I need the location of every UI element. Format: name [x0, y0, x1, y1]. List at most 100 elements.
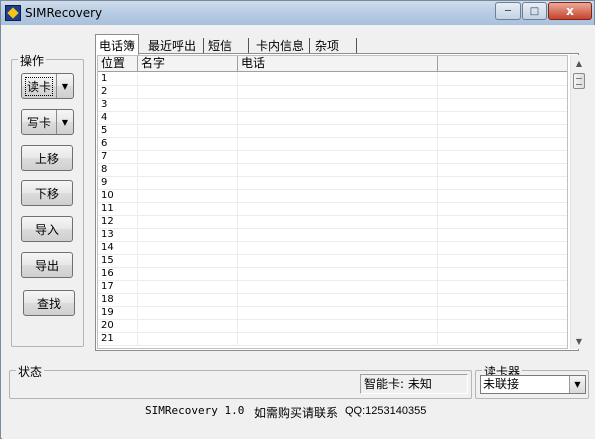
bottom-strip: [2, 429, 595, 439]
table-row[interactable]: 19: [98, 307, 567, 320]
table-row[interactable]: 16: [98, 268, 567, 281]
table-row[interactable]: 15: [98, 255, 567, 268]
move-down-button[interactable]: 下移: [21, 180, 73, 206]
window-title: SIMRecovery: [25, 6, 103, 20]
row-cell: [138, 307, 238, 320]
row-cell: [238, 73, 438, 86]
row-cell: [138, 268, 238, 281]
tab-phonebook[interactable]: 电话簿: [95, 34, 140, 55]
row-cell: [438, 112, 567, 125]
row-cell: [238, 190, 438, 203]
table-row[interactable]: 12: [98, 216, 567, 229]
scroll-thumb[interactable]: [573, 73, 585, 89]
column-header-phone[interactable]: 电话: [238, 56, 438, 72]
row-cell: [138, 294, 238, 307]
tab-sms[interactable]: 短信: [205, 36, 235, 54]
reader-selected-value: 未联接: [483, 377, 520, 391]
title-bar[interactable]: SIMRecovery ─ □ x: [1, 1, 594, 25]
find-button[interactable]: 查找: [23, 290, 75, 316]
row-cell: [238, 242, 438, 255]
phonebook-table[interactable]: 位置 名字 电话 1 2 3 4 5 6 7 8 9 10 11 12 13 14 15 16 17 18 19 20…: [97, 55, 568, 349]
row-cell: [238, 216, 438, 229]
import-button[interactable]: 导入: [21, 216, 73, 242]
row-cell: [138, 216, 238, 229]
row-position-cell: 1: [98, 73, 138, 86]
table-row[interactable]: 14: [98, 242, 567, 255]
row-cell: [438, 242, 567, 255]
table-row[interactable]: 8: [98, 164, 567, 177]
column-header-position[interactable]: 位置: [98, 56, 138, 72]
row-cell: [438, 216, 567, 229]
status-legend: 状态: [16, 363, 45, 380]
table-row[interactable]: 2: [98, 86, 567, 99]
close-button[interactable]: x: [548, 2, 592, 20]
table-row[interactable]: 11: [98, 203, 567, 216]
table-row[interactable]: 7: [98, 151, 567, 164]
row-cell: [438, 281, 567, 294]
write-card-dropdown-icon[interactable]: ▼: [57, 110, 73, 134]
reader-dropdown-icon[interactable]: ▼: [569, 376, 585, 393]
row-cell: [438, 294, 567, 307]
table-row[interactable]: 3: [98, 99, 567, 112]
table-row[interactable]: 1: [98, 73, 567, 86]
row-cell: [238, 268, 438, 281]
row-position-cell: 6: [98, 138, 138, 151]
table-row[interactable]: 13: [98, 229, 567, 242]
row-cell: [138, 151, 238, 164]
export-button[interactable]: 导出: [21, 252, 73, 278]
write-card-main[interactable]: 写卡: [22, 110, 57, 134]
scroll-down-icon[interactable]: ▼: [571, 333, 587, 349]
reader-select[interactable]: 未联接 ▼: [480, 375, 586, 394]
move-up-button[interactable]: 上移: [21, 145, 73, 171]
maximize-button[interactable]: □: [522, 2, 547, 20]
row-cell: [138, 112, 238, 125]
row-position-cell: 13: [98, 229, 138, 242]
table-row[interactable]: 20: [98, 320, 567, 333]
row-cell: [138, 73, 238, 86]
column-header-name[interactable]: 名字: [138, 56, 238, 72]
table-header: 位置 名字 电话: [98, 56, 567, 72]
row-cell: [438, 255, 567, 268]
row-cell: [438, 320, 567, 333]
row-position-cell: 18: [98, 294, 138, 307]
read-card-button[interactable]: 读卡 ▼: [21, 73, 74, 99]
read-card-main[interactable]: 读卡: [22, 74, 57, 98]
scroll-up-icon[interactable]: ▲: [571, 55, 587, 71]
row-cell: [238, 99, 438, 112]
vertical-scrollbar[interactable]: ▲ ▼: [570, 55, 587, 349]
table-row[interactable]: 4: [98, 112, 567, 125]
smart-card-status: 智能卡: 未知: [360, 374, 468, 394]
row-cell: [438, 99, 567, 112]
row-cell: [438, 73, 567, 86]
row-cell: [138, 164, 238, 177]
table-row[interactable]: 18: [98, 294, 567, 307]
row-cell: [438, 268, 567, 281]
row-cell: [438, 86, 567, 99]
row-cell: [138, 177, 238, 190]
tab-card-info[interactable]: 卡内信息: [253, 36, 307, 54]
app-icon: [5, 5, 21, 21]
table-row[interactable]: 9: [98, 177, 567, 190]
row-position-cell: 15: [98, 255, 138, 268]
write-card-button[interactable]: 写卡 ▼: [21, 109, 74, 135]
row-position-cell: 2: [98, 86, 138, 99]
tab-recent-calls[interactable]: 最近呼出: [145, 36, 199, 54]
tab-misc[interactable]: 杂项: [312, 36, 342, 54]
column-header-extra[interactable]: [438, 56, 567, 72]
table-row[interactable]: 10: [98, 190, 567, 203]
row-cell: [438, 229, 567, 242]
operations-legend: 操作: [18, 52, 47, 69]
tab-separator: [248, 38, 249, 53]
row-cell: [238, 281, 438, 294]
row-position-cell: 4: [98, 112, 138, 125]
row-cell: [438, 177, 567, 190]
table-row[interactable]: 5: [98, 125, 567, 138]
row-cell: [438, 125, 567, 138]
tab-separator: [309, 38, 310, 53]
minimize-button[interactable]: ─: [495, 2, 521, 20]
table-row[interactable]: 6: [98, 138, 567, 151]
row-cell: [138, 281, 238, 294]
table-row[interactable]: 21: [98, 333, 567, 346]
read-card-dropdown-icon[interactable]: ▼: [57, 74, 73, 98]
table-row[interactable]: 17: [98, 281, 567, 294]
